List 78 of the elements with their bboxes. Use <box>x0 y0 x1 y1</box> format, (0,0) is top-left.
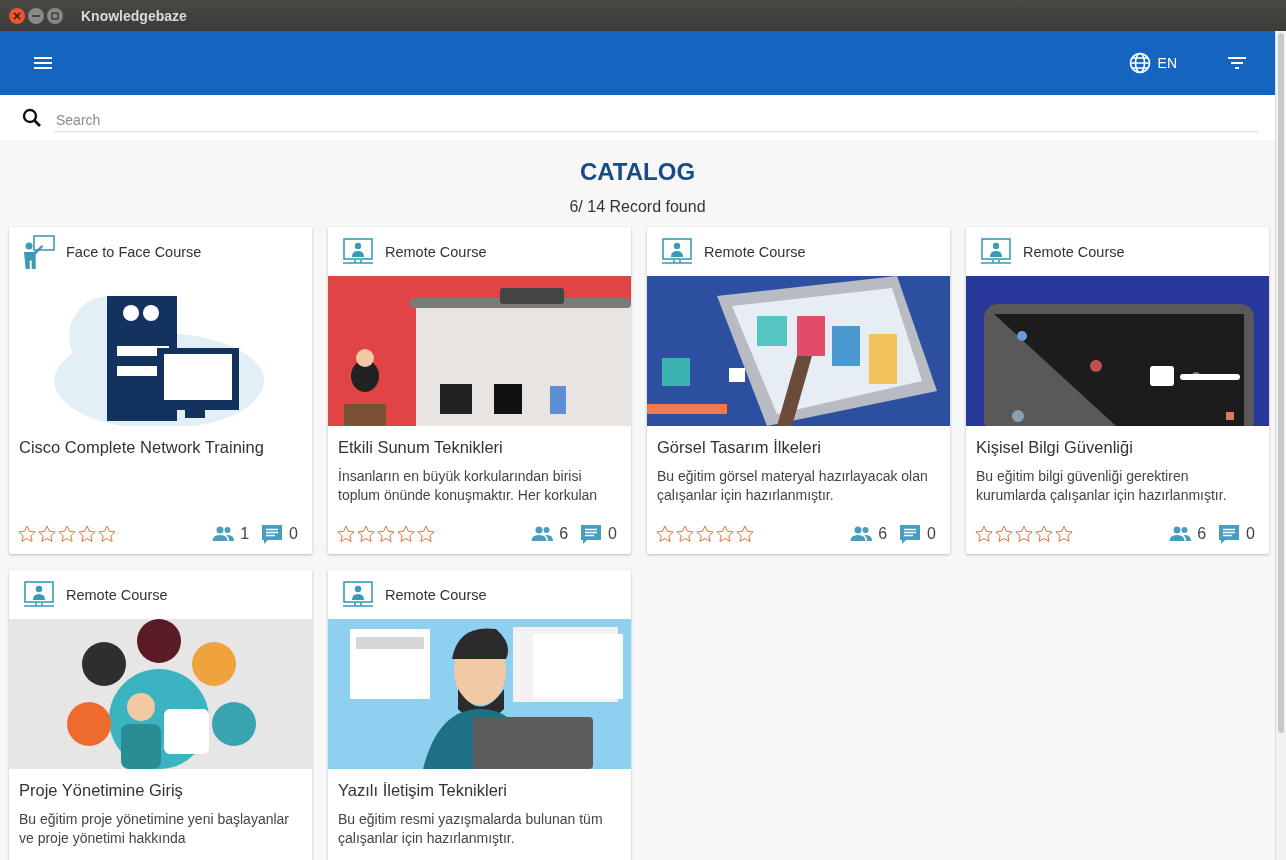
course-description: Bu eğitim görsel materyal hazırlayacak olan çalışanlar için hazırlanmıştır. <box>657 467 929 505</box>
comment-count: 0 <box>289 525 298 543</box>
window-title: Knowledgebaze <box>81 7 187 24</box>
course-description: İnsanların en büyük korkularından birisi toplum önünde konuşmaktır. Her korkulan <box>338 467 599 505</box>
star-icon <box>675 524 695 544</box>
search-bar[interactable]: Search <box>0 95 1275 140</box>
course-card[interactable]: Remote Course Yazılı İletişim Teknikleri Bu eğitim resmi yazışmalarda bulunan tüm çalışanlar için hazırlanmıştır. <box>328 570 631 860</box>
star-rating[interactable] <box>17 524 117 544</box>
close-button[interactable] <box>9 7 25 24</box>
search-field[interactable]: Search <box>54 103 1259 132</box>
comment-count: 0 <box>927 525 936 543</box>
comment-count: 0 <box>608 525 617 543</box>
minimize-icon <box>32 14 40 17</box>
course-type: Remote Course <box>385 243 487 260</box>
monitor-person-icon <box>23 580 55 609</box>
star-icon <box>57 524 77 544</box>
participant-count: 6 <box>1197 525 1207 543</box>
comment-icon <box>260 522 285 546</box>
participant-count: 6 <box>559 525 569 543</box>
comment-count: 0 <box>1246 525 1255 543</box>
star-rating[interactable] <box>655 524 755 544</box>
course-title: Kişisel Bilgi Güvenliği <box>976 437 1134 458</box>
course-title: Proje Yönetimine Giriş <box>19 780 184 801</box>
course-title: Görsel Tasarım İlkeleri <box>657 437 822 458</box>
minimize-button[interactable] <box>28 7 44 24</box>
comment-icon <box>1217 522 1242 546</box>
course-title: Etkili Sunum Teknikleri <box>338 437 504 458</box>
star-icon <box>1054 524 1074 544</box>
course-title: Cisco Complete Network Training <box>19 437 265 458</box>
maximize-button[interactable] <box>47 7 63 24</box>
comment-icon <box>898 522 923 546</box>
star-icon <box>655 524 675 544</box>
star-icon <box>336 524 356 544</box>
course-card[interactable]: Remote Course Kişisel Bilgi Güvenliği Bu eğitim bilgi güvenliği gerektiren kurumlarda çalışanlar için hazırlanmıştır. 6 0 <box>966 227 1269 554</box>
course-type: Remote Course <box>704 243 806 260</box>
star-icon <box>695 524 715 544</box>
globe-icon <box>1127 51 1152 75</box>
language-button[interactable]: EN <box>1123 47 1181 79</box>
star-icon <box>376 524 396 544</box>
star-icon <box>1014 524 1034 544</box>
course-card[interactable]: Remote Course Proje Yönetimine Giriş Bu eğitim proje yönetimine yeni başlayanlar ve proje yönetimi hakkında <box>9 570 312 860</box>
course-description: Bu eğitim proje yönetimine yeni başlayanlar ve proje yönetimi hakkında <box>19 810 291 848</box>
course-description: Bu eğitim bilgi güvenliği gerektiren kurumlarda çalışanlar için hazırlanmıştır. <box>976 467 1228 505</box>
course-card[interactable]: Face to Face Course Cisco Complete Network Training 1 0 <box>9 227 312 554</box>
star-icon <box>416 524 436 544</box>
comment-icon <box>579 522 604 546</box>
teacher-board-icon <box>23 234 55 269</box>
course-card[interactable]: Remote Course Etkili Sunum Teknikleri İnsanların en büyük korkularından birisi toplum önünde konuşmaktır. Her korkulan 6 0 <box>328 227 631 554</box>
star-icon <box>974 524 994 544</box>
participant-count: 6 <box>878 525 888 543</box>
catalog-title: CATALOG <box>578 157 697 187</box>
course-card[interactable]: Remote Course Görsel Tasarım İlkeleri Bu eğitim görsel materyal hazırlayacak olan çalışanlar için hazırlanmıştır. 6 0 <box>647 227 950 554</box>
star-icon <box>77 524 97 544</box>
star-icon <box>735 524 755 544</box>
star-icon <box>356 524 376 544</box>
course-description: Bu eğitim resmi yazışmalarda bulunan tüm çalışanlar için hazırlanmıştır. <box>338 810 604 848</box>
monitor-person-icon <box>980 237 1012 266</box>
star-icon <box>17 524 37 544</box>
star-icon <box>715 524 735 544</box>
monitor-person-icon <box>342 237 374 266</box>
scrollbar[interactable] <box>1275 31 1286 860</box>
participant-count: 1 <box>240 525 250 543</box>
star-icon <box>37 524 57 544</box>
course-title: Yazılı İletişim Teknikleri <box>338 780 509 801</box>
monitor-person-icon <box>661 237 693 266</box>
star-icon <box>97 524 117 544</box>
course-type: Remote Course <box>1023 243 1125 260</box>
star-rating[interactable] <box>974 524 1074 544</box>
scrollbar-thumb[interactable] <box>1278 33 1284 733</box>
star-icon <box>1034 524 1054 544</box>
star-rating[interactable] <box>336 524 436 544</box>
course-type: Remote Course <box>66 586 168 603</box>
star-icon <box>396 524 416 544</box>
record-count: 6/ 14 Record found <box>568 197 707 217</box>
monitor-person-icon <box>342 580 374 609</box>
course-type: Remote Course <box>385 586 487 603</box>
course-type: Face to Face Course <box>66 243 202 260</box>
star-icon <box>994 524 1014 544</box>
